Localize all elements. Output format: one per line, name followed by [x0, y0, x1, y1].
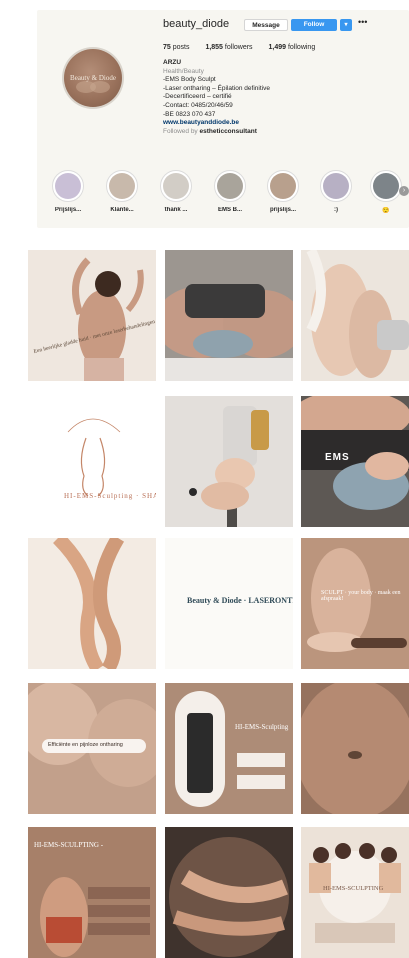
highlight-label: Klante...	[110, 207, 134, 213]
highlight-image	[270, 173, 296, 199]
highlight-label: prijslijs...	[269, 207, 296, 213]
highlight-label: 😌	[382, 208, 390, 214]
follow-dropdown-button[interactable]: ▾	[340, 19, 352, 31]
post-image	[301, 250, 409, 381]
post-caption: HI-EMS-SCULPTING	[323, 885, 384, 892]
profile-bio: ARZU Health/Beauty -EMS Body Sculpt -Las…	[163, 59, 270, 136]
post-image	[165, 683, 293, 814]
highlight-cover	[160, 170, 192, 202]
post-tile[interactable]	[28, 538, 156, 669]
post-tile[interactable]: Efficiënte en pijnloze ontharing	[28, 683, 156, 814]
post-caption: HI-EMS-Sculpting	[235, 723, 289, 731]
highlights-next-button[interactable]: ›	[399, 186, 409, 196]
profile-stats: 75 posts 1,855 followers 1,499 following	[163, 44, 329, 51]
highlight-image	[163, 173, 189, 199]
post-image	[165, 396, 293, 527]
profile-username: beauty_diode	[163, 18, 230, 30]
highlight-cover	[320, 170, 352, 202]
post-tile[interactable]: HI-EMS-Sculpting	[165, 683, 293, 814]
post-caption: EMS	[325, 452, 350, 463]
instagram-profile-page: Beauty & Diode beauty_diode Message Foll…	[0, 0, 409, 958]
post-tile[interactable]	[165, 827, 293, 958]
highlight-label: thank ...	[164, 207, 188, 213]
post-caption: Efficiënte en pijnloze ontharing	[48, 742, 123, 748]
post-image	[301, 683, 409, 814]
bio-name: ARZU	[163, 59, 182, 66]
bio-line: -BE 0823 070 437	[163, 110, 216, 118]
highlight-cover	[106, 170, 138, 202]
bio-website-link[interactable]: www.beautyanddiode.be	[163, 119, 270, 128]
highlight-image	[323, 173, 349, 199]
bio-line: -Laser ontharing – Épilation definitive	[163, 84, 270, 92]
avatar-image: Beauty & Diode	[64, 49, 122, 107]
post-image	[72, 257, 144, 381]
followers-count[interactable]: 1,855 followers	[205, 44, 252, 51]
post-tile[interactable]: HI-EMS-Sculpting · SHAPING	[28, 396, 156, 527]
post-tile[interactable]	[301, 683, 409, 814]
highlight-cover	[267, 170, 299, 202]
highlight-cover	[370, 170, 402, 202]
post-tile[interactable]	[165, 250, 293, 381]
post-image	[67, 418, 121, 497]
post-tile[interactable]: Beauty & Diode · LASERONTHARING	[165, 538, 293, 669]
post-tile[interactable]: SCULPT · your body · maak een afspraak!	[301, 538, 409, 669]
post-caption: HI-EMS-SCULPTING -	[34, 841, 104, 849]
profile-avatar[interactable]: Beauty & Diode	[62, 47, 124, 109]
chevron-right-icon: ›	[402, 187, 406, 194]
bio-line: -Contact: 0485/20/46/59	[163, 101, 233, 109]
highlight-label: EMS B...	[217, 207, 242, 213]
post-image	[301, 396, 409, 527]
bio-category: Health/Beauty	[163, 67, 204, 75]
post-tile[interactable]: Een heerlijke gladde huid · met onze las…	[28, 250, 156, 381]
followed-by[interactable]: Followed by estheticconsultant	[163, 128, 270, 137]
post-tile[interactable]	[301, 250, 409, 381]
post-tile[interactable]: HI-EMS-SCULPTING	[301, 827, 409, 958]
message-button[interactable]: Message	[244, 19, 288, 31]
avatar-text: Beauty & Diode	[70, 74, 116, 82]
highlight-image	[217, 173, 243, 199]
highlight-item[interactable]: Prijslijs...	[48, 170, 88, 213]
post-image	[28, 538, 156, 669]
highlight-image	[109, 173, 135, 199]
posts-count: 75 posts	[163, 44, 190, 51]
highlight-label: Prijslijs...	[54, 207, 82, 213]
post-image	[165, 827, 293, 958]
post-caption: SCULPT · your body · maak een afspraak!	[321, 590, 401, 602]
highlight-item[interactable]: prijslijs...	[263, 170, 303, 213]
highlight-item[interactable]: Klante...	[102, 170, 142, 213]
more-horizontal-icon: •••	[358, 17, 368, 27]
more-options-button[interactable]: •••	[358, 17, 367, 27]
post-image	[301, 538, 409, 669]
chevron-down-icon: ▾	[344, 22, 348, 28]
following-count[interactable]: 1,499 following	[269, 44, 316, 51]
post-tile[interactable]	[165, 396, 293, 527]
post-tile[interactable]: HI-EMS-SCULPTING -	[28, 827, 156, 958]
highlight-image	[55, 173, 81, 199]
highlight-item[interactable]: EMS B...	[210, 170, 250, 213]
post-image	[165, 250, 293, 381]
bio-line: -EMS Body Sculpt	[163, 76, 216, 84]
highlight-item[interactable]: :)	[316, 170, 356, 213]
highlight-label: :)	[334, 207, 338, 213]
post-tile[interactable]: EMS	[301, 396, 409, 527]
bio-line: -Decertificeerd – certifié	[163, 93, 232, 101]
highlight-cover	[214, 170, 246, 202]
highlight-item[interactable]: thank ...	[156, 170, 196, 213]
post-image	[301, 827, 409, 958]
post-caption: HI-EMS-Sculpting · SHAPING	[64, 492, 156, 500]
follow-button[interactable]: Follow	[291, 19, 337, 31]
post-image	[28, 683, 156, 814]
post-caption: Beauty & Diode · LASERONTHARING	[187, 596, 293, 605]
highlight-image	[373, 173, 399, 199]
highlight-cover	[52, 170, 84, 202]
